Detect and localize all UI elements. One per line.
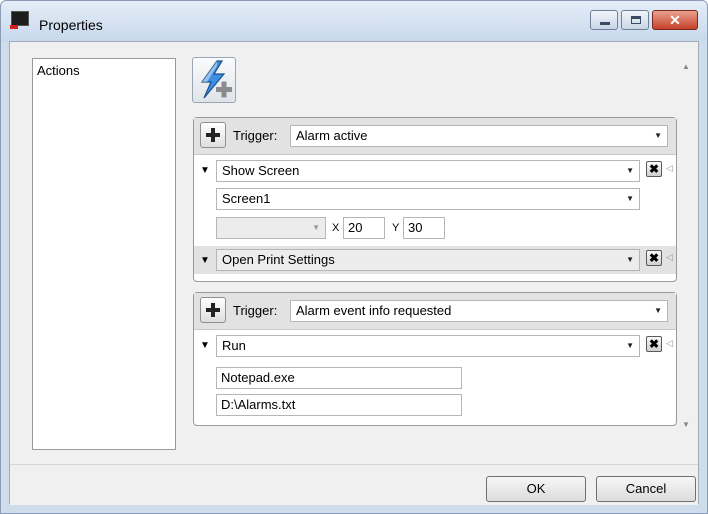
scroll-up-icon[interactable]: ▲ [682, 62, 690, 71]
x-label: X [332, 222, 340, 234]
chevron-down-icon: ▼ [626, 341, 634, 350]
y-input[interactable]: 30 [403, 217, 445, 239]
action-select[interactable]: Run ▼ [216, 335, 640, 357]
close-button[interactable]: ✕ [652, 10, 698, 30]
trigger-select[interactable]: Alarm event info requested ▼ [290, 300, 668, 322]
action-value: Open Print Settings [222, 252, 335, 267]
app-icon [10, 11, 29, 29]
chevron-down-icon: ▼ [626, 166, 634, 175]
trigger-label: Trigger: [233, 303, 278, 318]
remove-action-button[interactable]: ✖ [646, 336, 662, 352]
close-icon: ✕ [669, 12, 681, 28]
lightning-plus-icon [200, 60, 232, 99]
list-item-actions[interactable]: Actions [37, 63, 80, 78]
chevron-down-icon: ▼ [654, 306, 662, 315]
maximize-button[interactable] [621, 10, 649, 30]
title-bar[interactable]: Properties ✕ [1, 1, 707, 41]
trigger-group: Trigger: Alarm event info requested ▼ ▼ … [193, 292, 677, 426]
trigger-row: Trigger: Alarm event info requested ▼ [194, 293, 676, 330]
action-value: Run [222, 338, 246, 353]
collapse-triangle-icon[interactable]: ▼ [200, 165, 210, 176]
category-list[interactable]: Actions [32, 58, 176, 450]
remove-action-button[interactable]: ✖ [646, 250, 662, 266]
add-trigger-button[interactable] [192, 57, 236, 103]
x-input[interactable]: 20 [343, 217, 385, 239]
screen-select[interactable]: Screen1 ▼ [216, 188, 640, 210]
program-input[interactable]: Notepad.exe [216, 367, 462, 389]
argument-input[interactable]: D:\Alarms.txt [216, 394, 462, 416]
minimize-button[interactable] [590, 10, 618, 30]
chevron-down-icon: ▼ [312, 223, 320, 232]
trigger-row: Trigger: Alarm active ▼ [194, 118, 676, 155]
scroll-down-icon[interactable]: ▼ [682, 420, 690, 429]
trigger-group: Trigger: Alarm active ▼ ▼ Show Screen ▼ … [193, 117, 677, 282]
trigger-select[interactable]: Alarm active ▼ [290, 125, 668, 147]
y-label: Y [392, 222, 400, 234]
dialog-client: Actions ▲ ▼ Trigger: Alarm active ▼ ▼ Sh… [9, 41, 699, 505]
collapse-triangle-icon[interactable]: ▼ [200, 340, 210, 351]
trigger-value: Alarm event info requested [296, 303, 452, 318]
expand-triangle-icon[interactable]: ▼ [200, 255, 210, 266]
trigger-value: Alarm active [296, 128, 368, 143]
drag-handle-icon[interactable]: ◁ [666, 338, 673, 349]
cancel-button[interactable]: Cancel [596, 476, 696, 502]
action-select[interactable]: Open Print Settings ▼ [216, 249, 640, 271]
drag-handle-icon[interactable]: ◁ [666, 163, 673, 174]
properties-window: Properties ✕ Actions ▲ ▼ Trigger: Alarm [0, 0, 708, 514]
window-title: Properties [39, 17, 103, 33]
chevron-down-icon: ▼ [626, 255, 634, 264]
ok-button[interactable]: OK [486, 476, 586, 502]
chevron-down-icon: ▼ [626, 194, 634, 203]
add-action-button[interactable] [200, 297, 226, 323]
drag-handle-icon[interactable]: ◁ [666, 252, 673, 263]
action-select[interactable]: Show Screen ▼ [216, 160, 640, 182]
trigger-label: Trigger: [233, 128, 278, 143]
screen-value: Screen1 [222, 191, 271, 206]
chevron-down-icon: ▼ [654, 131, 662, 140]
action-value: Show Screen [222, 163, 300, 178]
dialog-footer: OK Cancel [10, 464, 698, 505]
remove-action-button[interactable]: ✖ [646, 161, 662, 177]
position-select[interactable]: ▼ [216, 217, 326, 239]
add-action-button[interactable] [200, 122, 226, 148]
